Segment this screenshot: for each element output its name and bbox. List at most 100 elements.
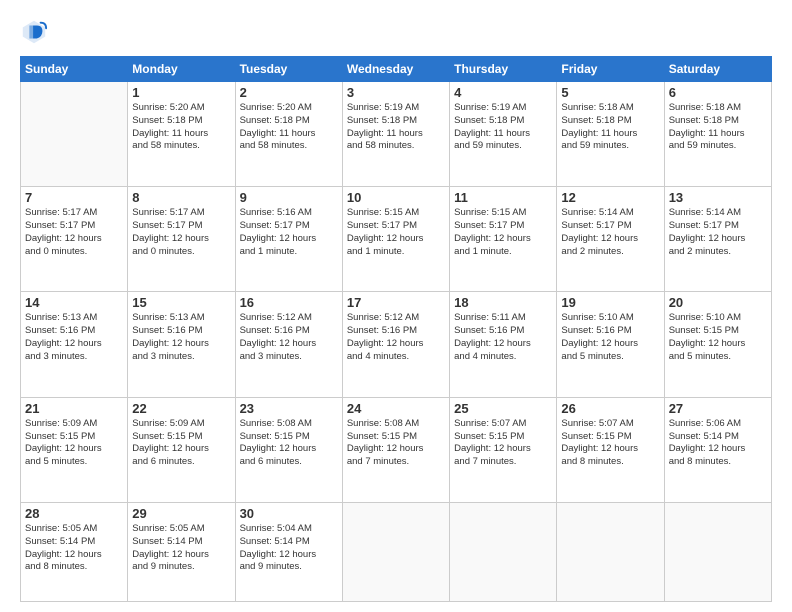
- calendar-cell: 18Sunrise: 5:11 AMSunset: 5:16 PMDayligh…: [450, 292, 557, 397]
- calendar-cell: [342, 502, 449, 601]
- page: SundayMondayTuesdayWednesdayThursdayFrid…: [0, 0, 792, 612]
- calendar-week-row: 7 Sunrise: 5:17 AMSunset: 5:17 PMDaylight…: [21, 187, 772, 292]
- calendar-cell: 27 Sunrise: 5:06 AMSunset: 5:14 PMDayligh…: [664, 397, 771, 502]
- calendar-cell: 2 Sunrise: 5:20 AMSunset: 5:18 PMDaylight…: [235, 82, 342, 187]
- calendar-week-row: 28Sunrise: 5:05 AMSunset: 5:14 PMDayligh…: [21, 502, 772, 601]
- day-number: 3: [347, 85, 445, 100]
- day-number: 1: [132, 85, 230, 100]
- day-number: 4: [454, 85, 552, 100]
- day-number: 5: [561, 85, 659, 100]
- day-number: 10: [347, 190, 445, 205]
- calendar-cell: [557, 502, 664, 601]
- calendar-cell: 10 Sunrise: 5:15 AMSunset: 5:17 PMDayligh…: [342, 187, 449, 292]
- calendar-cell: 17 Sunrise: 5:12 AMSunset: 5:16 PMDayligh…: [342, 292, 449, 397]
- calendar-cell: [450, 502, 557, 601]
- day-number: 26: [561, 401, 659, 416]
- calendar-cell: 3 Sunrise: 5:19 AMSunset: 5:18 PMDaylight…: [342, 82, 449, 187]
- day-info: Sunrise: 5:15 AMSunset: 5:17 PMDaylight:…: [454, 207, 552, 258]
- logo: [20, 18, 52, 46]
- calendar-cell: 24 Sunrise: 5:08 AMSunset: 5:15 PMDayligh…: [342, 397, 449, 502]
- logo-icon: [20, 18, 48, 46]
- day-info: Sunrise: 5:13 AMSunset: 5:16 PMDaylight:…: [132, 312, 230, 363]
- day-number: 7: [25, 190, 123, 205]
- day-info: Sunrise: 5:13 AMSunset: 5:16 PMDaylight:…: [25, 312, 123, 363]
- calendar-cell: 21 Sunrise: 5:09 AMSunset: 5:15 PMDayligh…: [21, 397, 128, 502]
- day-number: 27: [669, 401, 767, 416]
- day-number: 20: [669, 295, 767, 310]
- day-info: Sunrise: 5:08 AMSunset: 5:15 PMDaylight:…: [240, 418, 338, 469]
- calendar-cell: 22 Sunrise: 5:09 AMSunset: 5:15 PMDayligh…: [128, 397, 235, 502]
- calendar-cell: 7 Sunrise: 5:17 AMSunset: 5:17 PMDaylight…: [21, 187, 128, 292]
- day-info: Sunrise: 5:05 AMSunset: 5:14 PMDaylight:…: [132, 523, 230, 574]
- calendar-weekday-friday: Friday: [557, 57, 664, 82]
- calendar-cell: 30 Sunrise: 5:04 AMSunset: 5:14 PMDayligh…: [235, 502, 342, 601]
- day-number: 15: [132, 295, 230, 310]
- day-number: 11: [454, 190, 552, 205]
- day-info: Sunrise: 5:08 AMSunset: 5:15 PMDaylight:…: [347, 418, 445, 469]
- day-info: Sunrise: 5:04 AMSunset: 5:14 PMDaylight:…: [240, 523, 338, 574]
- calendar-cell: [21, 82, 128, 187]
- calendar-cell: 25 Sunrise: 5:07 AMSunset: 5:15 PMDayligh…: [450, 397, 557, 502]
- day-info: Sunrise: 5:10 AMSunset: 5:16 PMDaylight:…: [561, 312, 659, 363]
- day-info: Sunrise: 5:06 AMSunset: 5:14 PMDaylight:…: [669, 418, 767, 469]
- day-number: 24: [347, 401, 445, 416]
- calendar-cell: 8 Sunrise: 5:17 AMSunset: 5:17 PMDaylight…: [128, 187, 235, 292]
- calendar-weekday-monday: Monday: [128, 57, 235, 82]
- calendar-cell: 12Sunrise: 5:14 AMSunset: 5:17 PMDayligh…: [557, 187, 664, 292]
- day-info: Sunrise: 5:16 AMSunset: 5:17 PMDaylight:…: [240, 207, 338, 258]
- day-info: Sunrise: 5:14 AMSunset: 5:17 PMDaylight:…: [669, 207, 767, 258]
- day-number: 8: [132, 190, 230, 205]
- day-number: 14: [25, 295, 123, 310]
- calendar-weekday-wednesday: Wednesday: [342, 57, 449, 82]
- calendar-cell: 15 Sunrise: 5:13 AMSunset: 5:16 PMDayligh…: [128, 292, 235, 397]
- day-number: 16: [240, 295, 338, 310]
- day-info: Sunrise: 5:18 AMSunset: 5:18 PMDaylight:…: [561, 102, 659, 153]
- day-number: 22: [132, 401, 230, 416]
- day-number: 23: [240, 401, 338, 416]
- day-number: 25: [454, 401, 552, 416]
- calendar-cell: 14 Sunrise: 5:13 AMSunset: 5:16 PMDayligh…: [21, 292, 128, 397]
- header: [20, 18, 772, 46]
- day-info: Sunrise: 5:19 AMSunset: 5:18 PMDaylight:…: [454, 102, 552, 153]
- day-info: Sunrise: 5:17 AMSunset: 5:17 PMDaylight:…: [25, 207, 123, 258]
- calendar-week-row: 21 Sunrise: 5:09 AMSunset: 5:15 PMDayligh…: [21, 397, 772, 502]
- day-number: 30: [240, 506, 338, 521]
- day-info: Sunrise: 5:09 AMSunset: 5:15 PMDaylight:…: [25, 418, 123, 469]
- calendar-cell: 9 Sunrise: 5:16 AMSunset: 5:17 PMDaylight…: [235, 187, 342, 292]
- day-info: Sunrise: 5:17 AMSunset: 5:17 PMDaylight:…: [132, 207, 230, 258]
- calendar-week-row: 1 Sunrise: 5:20 AMSunset: 5:18 PMDaylight…: [21, 82, 772, 187]
- day-info: Sunrise: 5:10 AMSunset: 5:15 PMDaylight:…: [669, 312, 767, 363]
- day-number: 21: [25, 401, 123, 416]
- calendar-week-row: 14 Sunrise: 5:13 AMSunset: 5:16 PMDayligh…: [21, 292, 772, 397]
- calendar-cell: 16 Sunrise: 5:12 AMSunset: 5:16 PMDayligh…: [235, 292, 342, 397]
- day-number: 17: [347, 295, 445, 310]
- day-info: Sunrise: 5:12 AMSunset: 5:16 PMDaylight:…: [240, 312, 338, 363]
- day-info: Sunrise: 5:09 AMSunset: 5:15 PMDaylight:…: [132, 418, 230, 469]
- day-info: Sunrise: 5:07 AMSunset: 5:15 PMDaylight:…: [454, 418, 552, 469]
- calendar-cell: 1 Sunrise: 5:20 AMSunset: 5:18 PMDaylight…: [128, 82, 235, 187]
- day-info: Sunrise: 5:15 AMSunset: 5:17 PMDaylight:…: [347, 207, 445, 258]
- calendar-weekday-tuesday: Tuesday: [235, 57, 342, 82]
- day-info: Sunrise: 5:20 AMSunset: 5:18 PMDaylight:…: [240, 102, 338, 153]
- day-number: 19: [561, 295, 659, 310]
- day-number: 12: [561, 190, 659, 205]
- calendar-cell: 26Sunrise: 5:07 AMSunset: 5:15 PMDayligh…: [557, 397, 664, 502]
- calendar-cell: 29Sunrise: 5:05 AMSunset: 5:14 PMDayligh…: [128, 502, 235, 601]
- day-info: Sunrise: 5:19 AMSunset: 5:18 PMDaylight:…: [347, 102, 445, 153]
- day-info: Sunrise: 5:05 AMSunset: 5:14 PMDaylight:…: [25, 523, 123, 574]
- day-number: 6: [669, 85, 767, 100]
- day-info: Sunrise: 5:20 AMSunset: 5:18 PMDaylight:…: [132, 102, 230, 153]
- calendar-cell: 19 Sunrise: 5:10 AMSunset: 5:16 PMDayligh…: [557, 292, 664, 397]
- day-info: Sunrise: 5:12 AMSunset: 5:16 PMDaylight:…: [347, 312, 445, 363]
- calendar-cell: 20 Sunrise: 5:10 AMSunset: 5:15 PMDayligh…: [664, 292, 771, 397]
- day-number: 2: [240, 85, 338, 100]
- calendar-weekday-sunday: Sunday: [21, 57, 128, 82]
- calendar-weekday-thursday: Thursday: [450, 57, 557, 82]
- day-info: Sunrise: 5:18 AMSunset: 5:18 PMDaylight:…: [669, 102, 767, 153]
- day-number: 9: [240, 190, 338, 205]
- calendar-cell: 23 Sunrise: 5:08 AMSunset: 5:15 PMDayligh…: [235, 397, 342, 502]
- calendar-cell: [664, 502, 771, 601]
- calendar-cell: 5 Sunrise: 5:18 AMSunset: 5:18 PMDaylight…: [557, 82, 664, 187]
- calendar-cell: 11 Sunrise: 5:15 AMSunset: 5:17 PMDayligh…: [450, 187, 557, 292]
- calendar-header-row: SundayMondayTuesdayWednesdayThursdayFrid…: [21, 57, 772, 82]
